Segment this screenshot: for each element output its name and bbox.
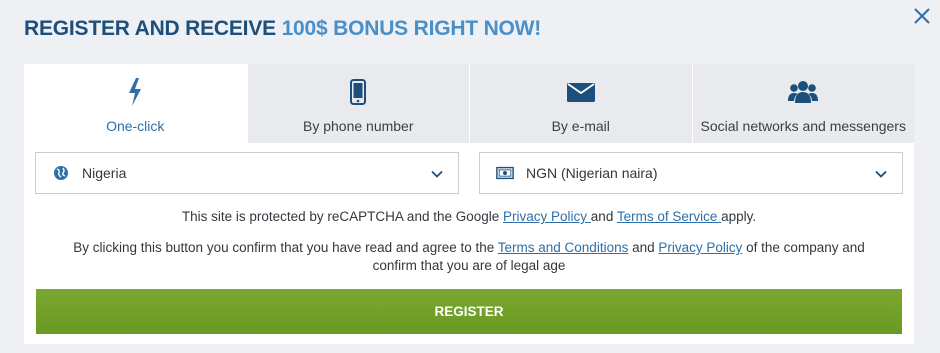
recaptcha-text-after: apply.	[721, 209, 757, 224]
registration-tabs: One-click By phone number By e-mail Soci…	[24, 64, 914, 143]
envelope-icon	[566, 78, 595, 106]
chevron-down-icon	[874, 167, 888, 186]
consent-text-middle: and	[628, 240, 659, 255]
consent-text-before: By clicking this button you confirm that…	[73, 240, 498, 255]
recaptcha-text-before: This site is protected by reCAPTCHA and …	[181, 209, 504, 224]
currency-select[interactable]: NGN (Nigerian naira)	[479, 152, 903, 194]
tab-label: One-click	[106, 118, 165, 134]
phone-icon	[350, 78, 367, 106]
title-bonus: 100$ BONUS RIGHT NOW!	[281, 17, 542, 40]
recaptcha-notice: This site is protected by reCAPTCHA and …	[24, 209, 914, 224]
title-prefix: REGISTER AND RECEIVE	[24, 17, 276, 40]
consent-notice: By clicking this button you confirm that…	[54, 239, 884, 275]
country-value: Nigeria	[82, 165, 127, 181]
tab-phone[interactable]: By phone number	[246, 64, 469, 143]
tab-one-click[interactable]: One-click	[24, 64, 247, 143]
registration-card: One-click By phone number By e-mail Soci…	[24, 64, 914, 344]
tab-email[interactable]: By e-mail	[469, 64, 692, 143]
form-selects: Nigeria NGN (Nigerian naira)	[35, 152, 903, 194]
country-select[interactable]: Nigeria	[35, 152, 459, 194]
privacy-policy-link[interactable]: Privacy Policy	[503, 209, 591, 224]
register-button[interactable]: REGISTER	[36, 289, 902, 334]
close-icon[interactable]	[912, 6, 932, 26]
tab-label: By e-mail	[551, 118, 610, 134]
tab-label: Social networks and messengers	[700, 118, 906, 134]
page-title: REGISTER AND RECEIVE 100$ BONUS RIGHT NO…	[24, 17, 541, 41]
tab-label: By phone number	[302, 118, 414, 134]
terms-of-service-link[interactable]: Terms of Service	[617, 209, 721, 224]
globe-icon	[52, 164, 70, 182]
terms-and-conditions-link[interactable]: Terms and Conditions	[498, 240, 629, 255]
tab-social[interactable]: Social networks and messengers	[691, 64, 914, 143]
chevron-down-icon	[430, 167, 444, 186]
company-privacy-policy-link[interactable]: Privacy Policy	[658, 240, 742, 255]
currency-value: NGN (Nigerian naira)	[526, 165, 658, 181]
users-icon	[788, 78, 819, 106]
recaptcha-text-middle: and	[590, 209, 617, 224]
lightning-icon	[127, 78, 143, 106]
banknote-icon	[496, 164, 514, 182]
